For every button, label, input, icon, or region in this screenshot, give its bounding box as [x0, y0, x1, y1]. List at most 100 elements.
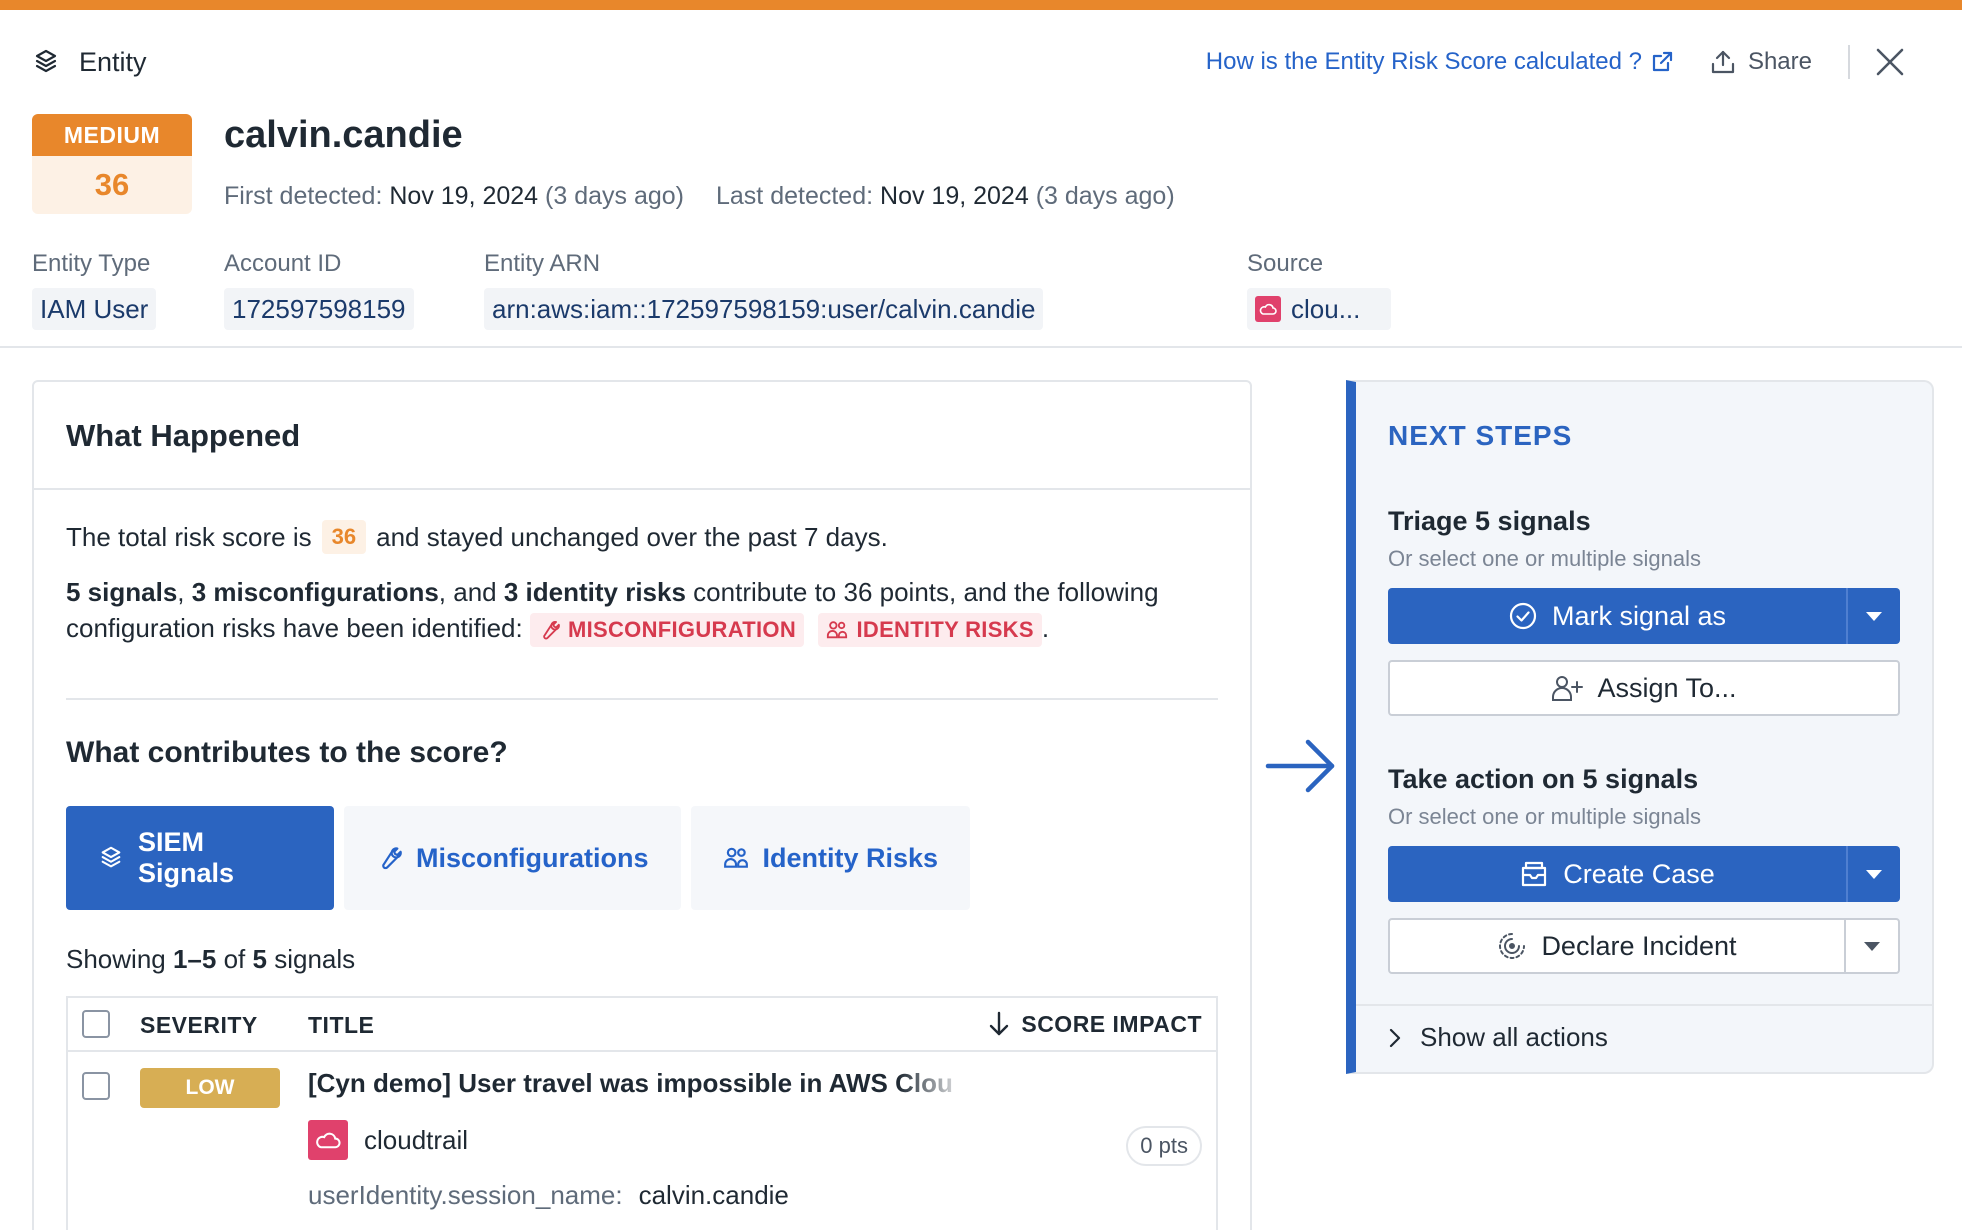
col-severity[interactable]: SEVERITY	[140, 1012, 258, 1039]
entity-type-label: Entity Type	[32, 250, 151, 277]
showing-count: Showing 1–5 of 5 signals	[66, 944, 355, 975]
identity-count: 3 identity risks	[503, 577, 686, 607]
risk-score-help-link[interactable]: How is the Entity Risk Score calculated …	[1206, 48, 1674, 76]
col-title[interactable]: TITLE	[308, 1012, 374, 1039]
mark-signal-dropdown[interactable]	[1846, 588, 1900, 644]
tab-identity-risks-label: Identity Risks	[762, 842, 939, 873]
select-all-checkbox[interactable]	[82, 1010, 110, 1038]
last-detected: Last detected: Nov 19, 2024 (3 days ago)	[716, 182, 1175, 211]
triage-title: Triage 5 signals	[1388, 506, 1591, 536]
signals-count: 5 signals	[66, 577, 178, 607]
top-accent-bar	[0, 0, 1962, 10]
caret-down-icon	[1864, 610, 1884, 622]
source-label: Source	[1247, 250, 1324, 277]
assign-to-button[interactable]: Assign To...	[1388, 660, 1900, 716]
create-case-dropdown[interactable]	[1846, 846, 1900, 902]
risk-score-value: 36	[32, 156, 192, 214]
tab-siem-signals-label: SIEM Signals	[138, 827, 235, 888]
signal-title[interactable]: [Cyn demo] User travel was impossible in…	[308, 1068, 958, 1099]
col-score-impact-label: SCORE IMPACT	[1021, 1010, 1202, 1037]
score-impact-pill: 0 pts	[1126, 1126, 1202, 1166]
cloudtrail-icon	[308, 1120, 348, 1160]
row-checkbox[interactable]	[82, 1072, 110, 1100]
signal-attribute: userIdentity.session_name: calvin.candie	[308, 1180, 789, 1211]
summary-sep-1: ,	[177, 577, 185, 607]
cloudtrail-icon	[1255, 296, 1281, 322]
showing-suffix: signals	[274, 944, 356, 974]
first-detected-date: Nov 19, 2024	[389, 182, 539, 210]
declare-incident-dropdown[interactable]	[1844, 920, 1898, 972]
risk-summary-suffix: and stayed unchanged over the past 7 day…	[376, 521, 888, 552]
caret-down-icon	[1862, 940, 1882, 952]
detection-dates: First detected: Nov 19, 2024 (3 days ago…	[224, 182, 1175, 211]
risk-summary-score: 36	[321, 520, 367, 554]
caret-down-icon	[1864, 868, 1884, 880]
tab-misconfigurations[interactable]: Misconfigurations	[344, 806, 681, 910]
risk-summary: The total risk score is 36 and stayed un…	[66, 520, 888, 554]
next-steps-panel: NEXT STEPS Triage 5 signals Or select on…	[1346, 380, 1934, 1074]
misconfig-count: 3 misconfigurations	[191, 577, 439, 607]
attribute-value[interactable]: calvin.candie	[639, 1180, 789, 1211]
declare-incident-label: Declare Incident	[1541, 930, 1737, 961]
last-detected-date: Nov 19, 2024	[880, 182, 1029, 210]
tab-identity-risks[interactable]: Identity Risks	[690, 806, 971, 910]
show-all-actions-toggle[interactable]: Show all actions	[1388, 1022, 1608, 1053]
entity-arn-value[interactable]: arn:aws:iam::172597598159:user/calvin.ca…	[484, 288, 1044, 330]
first-detected-label: First detected:	[224, 182, 383, 210]
identity-risks-tag[interactable]: IDENTITY RISKS	[818, 613, 1042, 648]
attribute-key: userIdentity.session_name:	[308, 1180, 623, 1210]
wrench-icon	[376, 845, 402, 871]
siem-signals-icon	[98, 845, 124, 871]
misconfiguration-tag-label: MISCONFIGURATION	[567, 617, 797, 643]
mark-signal-button[interactable]: Mark signal as	[1388, 588, 1846, 644]
contributes-title: What contributes to the score?	[66, 736, 508, 769]
identity-risks-tag-label: IDENTITY RISKS	[856, 617, 1034, 643]
title-fade	[898, 1064, 968, 1108]
signal-source: cloudtrail	[308, 1120, 468, 1160]
showing-range: 1–5	[172, 944, 217, 974]
panel-title: Entity	[79, 46, 147, 77]
first-detected-ago: (3 days ago)	[545, 182, 684, 210]
users-icon	[723, 845, 749, 871]
card-divider	[34, 488, 1250, 490]
signal-source-label: cloudtrail	[364, 1124, 469, 1155]
incident-icon	[1497, 931, 1527, 961]
severity-badge: LOW	[140, 1068, 280, 1108]
assign-to-main[interactable]: Assign To...	[1390, 662, 1898, 714]
account-id-value[interactable]: 172597598159	[224, 288, 414, 330]
contribution-summary: 5 signals, 3 misconfigurations, and 3 id…	[66, 574, 1226, 648]
col-score-impact[interactable]: SCORE IMPACT	[987, 1010, 1202, 1038]
tab-siem-signals[interactable]: SIEM Signals	[66, 806, 334, 910]
entity-type-value[interactable]: IAM User	[32, 288, 157, 330]
close-icon	[1874, 46, 1906, 78]
sort-down-icon	[987, 1010, 1011, 1038]
summary-end: .	[1041, 613, 1050, 643]
misconfiguration-tag[interactable]: MISCONFIGURATION	[529, 613, 805, 648]
tab-misconfigurations-label: Misconfigurations	[416, 842, 649, 873]
risk-score-help-label: How is the Entity Risk Score calculated …	[1205, 48, 1642, 75]
risk-summary-prefix: The total risk score is	[66, 521, 312, 552]
table-row[interactable]: LOW [Cyn demo] User travel was impossibl…	[68, 1052, 1216, 1230]
show-all-actions-label: Show all actions	[1420, 1022, 1608, 1052]
summary-sep-2: , and	[438, 577, 497, 607]
close-button[interactable]	[1870, 42, 1910, 82]
case-icon	[1519, 859, 1549, 889]
check-circle-icon	[1508, 601, 1538, 631]
risk-score-badge: MEDIUM 36	[32, 114, 192, 214]
showing-prefix: Showing	[66, 944, 166, 974]
take-action-subtitle: Or select one or multiple signals	[1388, 804, 1702, 829]
header-actions: How is the Entity Risk Score calculated …	[1206, 40, 1910, 84]
next-steps-title: NEXT STEPS	[1388, 420, 1573, 451]
table-header: SEVERITY TITLE SCORE IMPACT	[68, 998, 1216, 1052]
mark-signal-label: Mark signal as	[1551, 600, 1727, 631]
section-divider	[66, 698, 1218, 700]
entity-name: calvin.candie	[224, 114, 463, 156]
create-case-button[interactable]: Create Case	[1388, 846, 1846, 902]
share-button[interactable]: Share	[1710, 48, 1812, 76]
what-happened-card: What Happened The total risk score is 36…	[32, 380, 1252, 1230]
declare-incident-button[interactable]: Declare Incident	[1390, 920, 1844, 972]
chevron-right-icon	[1388, 1027, 1402, 1049]
create-case-split-button: Create Case	[1388, 846, 1900, 902]
users-icon	[826, 619, 848, 641]
source-value[interactable]: clou...	[1247, 288, 1391, 330]
